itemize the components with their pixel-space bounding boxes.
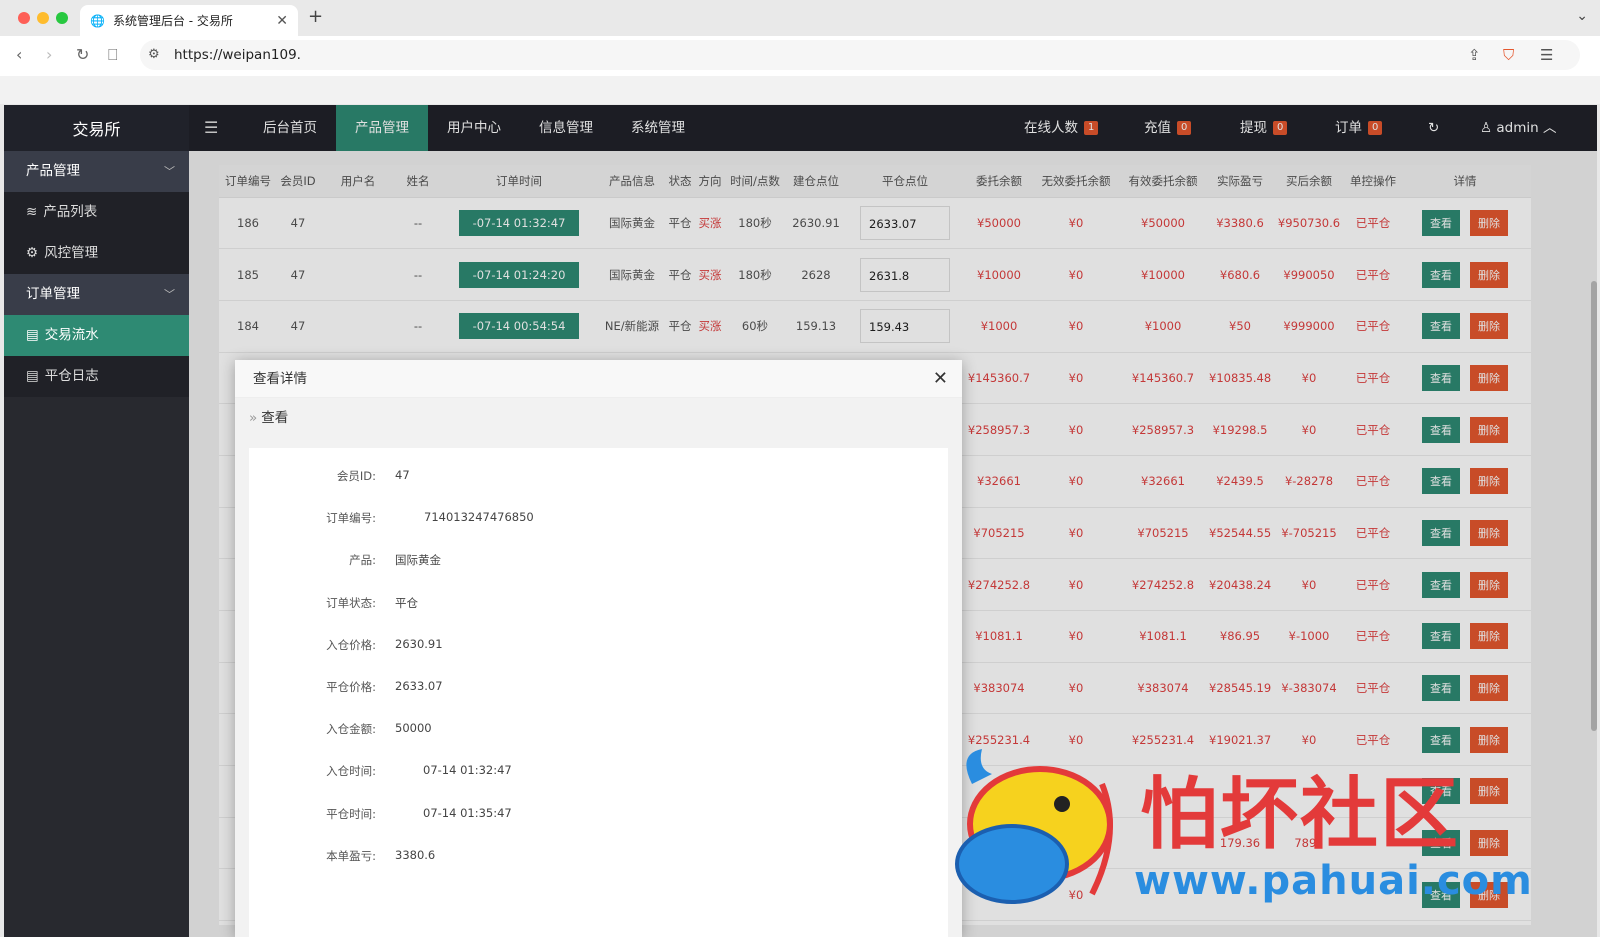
modal-title: 查看详情	[253, 371, 307, 387]
detail-field: 入仓价格: 2630.91	[249, 637, 948, 657]
detail-field: 产品: 国际黄金	[249, 552, 948, 572]
field-label: 订单状态:	[326, 595, 376, 610]
browser-tab[interactable]: 🌐 系统管理后台 - 交易所 ✕	[80, 5, 298, 36]
field-value: 47	[395, 468, 410, 482]
bookmark-icon[interactable]: ⎕	[108, 45, 118, 65]
modal-header: 查看详情 ✕	[235, 360, 962, 398]
minimize-window-button[interactable]	[37, 12, 49, 24]
gear-icon: ⚙	[26, 245, 39, 261]
close-icon[interactable]: ✕	[933, 360, 948, 398]
double-chevron-icon: »	[249, 410, 258, 426]
globe-icon: 🌐	[90, 13, 105, 28]
field-value: 3380.6	[395, 847, 436, 862]
breadcrumb-label: 查看	[261, 410, 289, 426]
sidebar-group-orders[interactable]: 订单管理 ﹀	[4, 274, 189, 315]
field-value: 2633.07	[395, 679, 443, 693]
detail-field: 平仓时间: 07-14 01:35:47	[249, 806, 948, 826]
chevron-down-icon: ﹀	[164, 288, 175, 301]
forward-icon[interactable]: ›	[46, 45, 52, 64]
document-icon: ▤	[26, 327, 39, 343]
group-label: 订单管理	[26, 286, 80, 302]
share-icon[interactable]: ⇪	[1468, 46, 1481, 64]
field-label: 订单编号:	[326, 511, 376, 526]
field-label: 本单盈亏:	[326, 848, 376, 863]
tab-title: 系统管理后台 - 交易所	[112, 14, 233, 28]
field-value: 2630.91	[395, 636, 443, 651]
item-label: 产品列表	[43, 204, 98, 220]
app-logo[interactable]: 交易所	[4, 105, 189, 151]
watermark-text: 怕坏社区	[1140, 769, 1461, 860]
field-label: 产品:	[349, 553, 376, 568]
chevron-down-icon: ﹀	[164, 165, 175, 178]
item-label: 平仓日志	[44, 368, 99, 384]
maximize-window-button[interactable]	[56, 12, 68, 24]
sidebar-item-trade-flow[interactable]: ▤ 交易流水	[4, 315, 189, 356]
item-label: 交易流水	[44, 327, 99, 343]
url-text: https://weipan109.	[174, 47, 301, 63]
field-value: 50000	[395, 721, 432, 736]
reload-icon[interactable]: ↻	[76, 45, 89, 64]
detail-field: 订单状态: 平仓	[249, 595, 948, 615]
field-label: 会员ID:	[336, 469, 376, 483]
close-tab-icon[interactable]: ✕	[276, 13, 288, 29]
sidebar-item-product-list[interactable]: ≋ 产品列表	[4, 192, 189, 233]
field-value: 国际黄金	[395, 553, 441, 568]
back-icon[interactable]: ‹	[16, 45, 22, 64]
field-value: 07-14 01:32:47	[423, 763, 512, 778]
field-value: 平仓	[395, 595, 418, 610]
new-tab-button[interactable]: +	[308, 6, 323, 27]
address-bar[interactable]: https://weipan109.	[140, 40, 1580, 70]
sidebar-item-close-log[interactable]: ▤ 平仓日志	[4, 356, 189, 397]
field-label: 入仓价格:	[326, 637, 376, 652]
field-label: 入仓时间:	[326, 764, 376, 779]
detail-field: 本单盈亏: 3380.6	[249, 848, 948, 868]
detail-field: 入仓金额: 50000	[249, 721, 948, 741]
shield-icon[interactable]: ⛉	[1503, 46, 1514, 64]
sidebar: 产品管理 ﹀ ≋ 产品列表 ⚙ 风控管理 订单管理 ﹀ ▤ 交易流水 ▤ 平仓日志	[4, 151, 189, 937]
breadcrumb: » 查看	[235, 398, 962, 442]
document-icon: ▤	[26, 368, 39, 384]
field-label: 平仓时间:	[326, 806, 376, 821]
detail-field: 订单编号: 714013247476850	[249, 510, 948, 530]
field-label: 平仓价格:	[326, 680, 376, 694]
detail-form: 会员ID: 47 订单编号: 714013247476850 产品: 国际黄金订单状态: 平…	[249, 448, 948, 937]
layers-icon: ≋	[26, 204, 38, 220]
sidebar-item-risk-control[interactable]: ⚙ 风控管理	[4, 233, 189, 274]
detail-field: 入仓时间: 07-14 01:32:47	[249, 763, 948, 783]
detail-modal: 查看详情 ✕ » 查看 会员ID: 47 订单编号: 714013247476850 产品…	[235, 360, 962, 937]
sidebar-group-products[interactable]: 产品管理 ﹀	[4, 151, 189, 192]
item-label: 风控管理	[44, 245, 99, 261]
close-window-button[interactable]	[18, 12, 30, 24]
tab-strip: 🌐 系统管理后台 - 交易所 ✕ + ⌄	[0, 0, 1600, 36]
field-value: 07-14 01:35:47	[423, 805, 512, 820]
tab-list-chevron-icon[interactable]: ⌄	[1576, 8, 1588, 24]
detail-field: 平仓价格: 2633.07	[249, 679, 948, 699]
menu-icon[interactable]: ☰	[1540, 46, 1553, 64]
site-settings-icon[interactable]: ⚙	[148, 47, 160, 62]
group-label: 产品管理	[26, 163, 80, 179]
detail-field: 会员ID: 47	[249, 468, 948, 488]
watermark-url: www.pahuai.com	[1134, 858, 1533, 904]
field-value: 714013247476850	[424, 510, 534, 525]
browser-chrome: 🌐 系统管理后台 - 交易所 ✕ + ⌄ ‹ › ↻ ⎕ https://wei…	[0, 0, 1600, 104]
field-label: 入仓金额:	[326, 722, 376, 737]
